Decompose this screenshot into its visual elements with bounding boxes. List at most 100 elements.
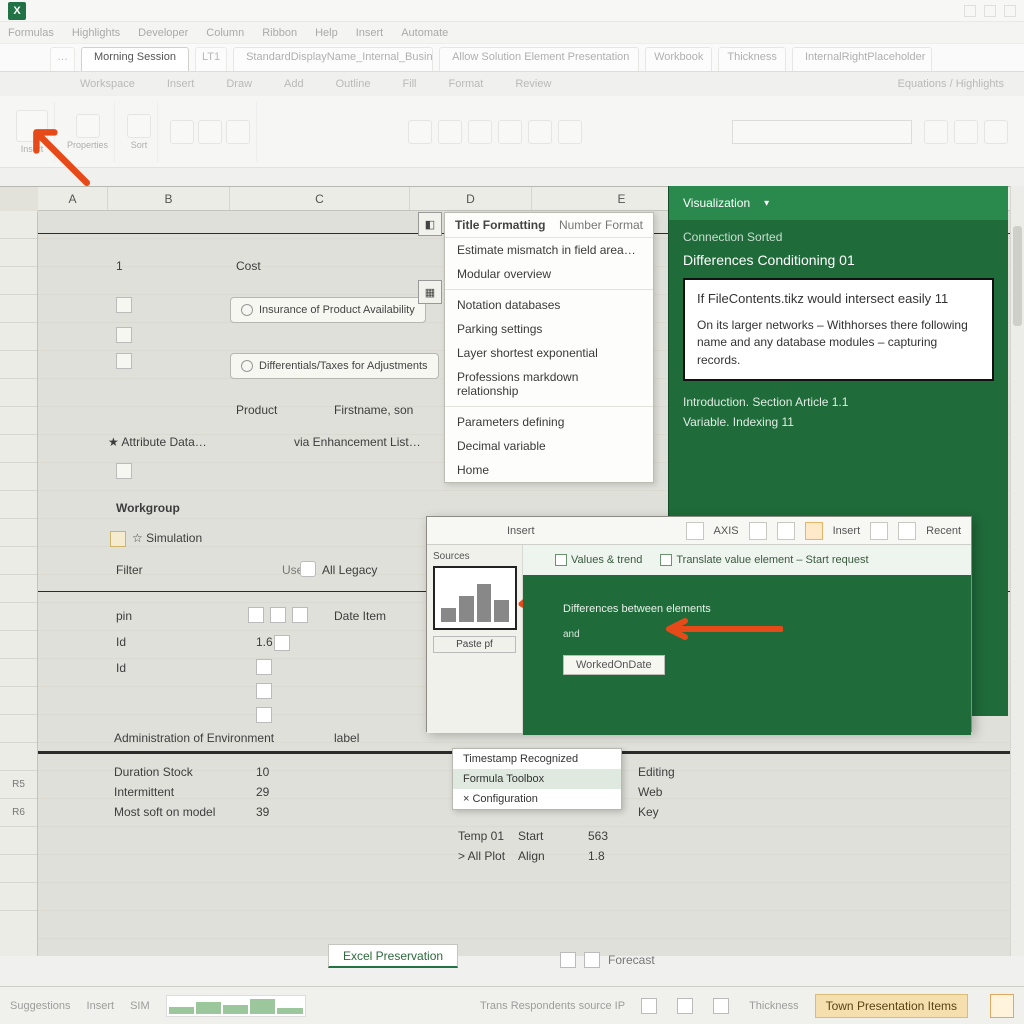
doc-tab[interactable]: … <box>50 47 75 71</box>
cell[interactable]: Cost <box>236 259 261 273</box>
doc-tab[interactable]: StandardDisplayName_Internal_BusinessSub… <box>233 47 433 71</box>
checkbox-icon[interactable] <box>660 554 672 566</box>
task-pane-tab[interactable]: Visualization ▾ <box>669 186 1008 220</box>
doc-tab[interactable]: LT1 <box>195 47 227 71</box>
menu-item[interactable]: Help <box>315 27 338 39</box>
menu-item[interactable]: Insert <box>356 27 384 39</box>
row-header[interactable] <box>0 239 37 267</box>
row-header[interactable] <box>0 715 37 743</box>
toolbar-label[interactable]: AXIS <box>714 525 739 537</box>
cell[interactable]: ★ Attribute Data… <box>108 435 207 449</box>
dlg-icon[interactable] <box>686 522 704 540</box>
style-icon[interactable] <box>528 120 552 144</box>
cell[interactable]: Intermittent <box>114 785 174 799</box>
doc-tab[interactable]: Workbook <box>645 47 712 71</box>
col-header[interactable]: A <box>38 187 108 210</box>
option-label[interactable]: Translate value element – Start request <box>676 554 868 566</box>
chart-dialog[interactable]: Insert AXIS Insert Recent Sources Paste … <box>426 516 972 732</box>
status-end-icon[interactable] <box>990 994 1014 1018</box>
row-header[interactable] <box>0 323 37 351</box>
ribbon-tab[interactable]: Outline <box>336 78 371 90</box>
cell[interactable]: Id <box>116 661 126 675</box>
generic-icon[interactable] <box>170 120 194 144</box>
view-icon[interactable] <box>713 998 729 1014</box>
cell[interactable]: pin <box>116 609 132 623</box>
context-menu-item[interactable]: Estimate mismatch in field area… <box>445 238 653 262</box>
cell[interactable]: 563 <box>588 829 608 843</box>
row-header[interactable]: R5 <box>0 771 37 799</box>
close-icon[interactable] <box>1004 5 1016 17</box>
doc-tab[interactable]: InternalRightPlaceholder <box>792 47 932 71</box>
style-icon[interactable] <box>498 120 522 144</box>
ribbon-tab[interactable]: Fill <box>402 78 416 90</box>
view-pagelayout-icon[interactable] <box>584 952 600 968</box>
help-icon[interactable] <box>984 120 1008 144</box>
dlg-icon[interactable] <box>898 522 916 540</box>
row-header[interactable] <box>0 631 37 659</box>
option-label[interactable]: Values & trend <box>571 554 642 566</box>
row-header[interactable] <box>0 883 37 911</box>
cell[interactable]: 29 <box>256 785 269 799</box>
cell[interactable]: Duration Stock <box>114 765 193 779</box>
cell[interactable]: ☆ Simulation <box>132 531 202 545</box>
cell[interactable]: 1.6 <box>256 635 273 649</box>
dlg-icon[interactable] <box>777 522 795 540</box>
view-icon[interactable] <box>641 998 657 1014</box>
view-normal-icon[interactable] <box>560 952 576 968</box>
context-menu-item[interactable]: Modular overview <box>445 262 653 286</box>
cell[interactable]: label <box>334 731 359 745</box>
style-icon[interactable] <box>558 120 582 144</box>
context-menu-item[interactable]: Notation databases <box>445 293 653 317</box>
share-icon[interactable] <box>924 120 948 144</box>
col-header[interactable]: D <box>410 187 532 210</box>
row-header[interactable] <box>0 687 37 715</box>
pane-section[interactable]: Variable. Indexing 11 <box>683 415 994 429</box>
row-header[interactable] <box>0 659 37 687</box>
comments-icon[interactable] <box>954 120 978 144</box>
cell[interactable]: Product <box>236 403 277 417</box>
cell[interactable]: Align <box>518 849 545 863</box>
toggle-icon[interactable] <box>300 561 316 577</box>
minimize-icon[interactable] <box>964 5 976 17</box>
table-icon[interactable] <box>270 607 286 623</box>
row-header[interactable] <box>0 603 37 631</box>
cell[interactable]: Most soft on model <box>114 805 215 819</box>
menu-item[interactable]: Automate <box>401 27 448 39</box>
cell[interactable]: 39 <box>256 805 269 819</box>
scrollbar-thumb[interactable] <box>1013 226 1022 326</box>
cell[interactable]: 1 <box>116 259 123 273</box>
chart-icon[interactable] <box>248 607 264 623</box>
context-menu[interactable]: Title Formatting Number Format Estimate … <box>444 212 654 483</box>
cell[interactable]: 1.8 <box>588 849 605 863</box>
menu-item[interactable]: Developer <box>138 27 188 39</box>
cell[interactable]: Editing <box>638 765 675 779</box>
checkbox-icon[interactable] <box>555 554 567 566</box>
col-header[interactable]: B <box>108 187 230 210</box>
paste-icon[interactable] <box>16 110 48 142</box>
sort-icon[interactable] <box>127 114 151 138</box>
row-header[interactable] <box>0 211 37 239</box>
view-icon[interactable] <box>677 998 693 1014</box>
row-header[interactable] <box>0 519 37 547</box>
doc-tab[interactable]: Thickness <box>718 47 786 71</box>
cell[interactable]: Workgroup <box>116 501 180 515</box>
row-header[interactable] <box>0 491 37 519</box>
row-header[interactable] <box>0 547 37 575</box>
cell[interactable]: Filter <box>116 563 143 577</box>
ribbon-tab[interactable]: Review <box>515 78 551 90</box>
cell[interactable]: Temp 01 <box>458 829 504 843</box>
row-header[interactable] <box>0 295 37 323</box>
canvas-button[interactable]: WorkedOnDate <box>563 655 665 675</box>
dropdown-item-selected[interactable]: Formula Toolbox <box>453 769 621 789</box>
toolbar-label[interactable]: Insert <box>833 525 861 537</box>
style-icon[interactable] <box>438 120 462 144</box>
row-header[interactable] <box>0 855 37 883</box>
style-icon[interactable] <box>408 120 432 144</box>
ribbon-tab[interactable]: Equations / Highlights <box>898 78 1024 90</box>
menu-item[interactable]: Ribbon <box>262 27 297 39</box>
cell[interactable]: Date Item <box>334 609 386 623</box>
maximize-icon[interactable] <box>984 5 996 17</box>
dropdown-item[interactable]: Timestamp Recognized <box>453 749 621 769</box>
ribbon-tab[interactable]: Insert <box>167 78 195 90</box>
dlg-icon[interactable] <box>749 522 767 540</box>
